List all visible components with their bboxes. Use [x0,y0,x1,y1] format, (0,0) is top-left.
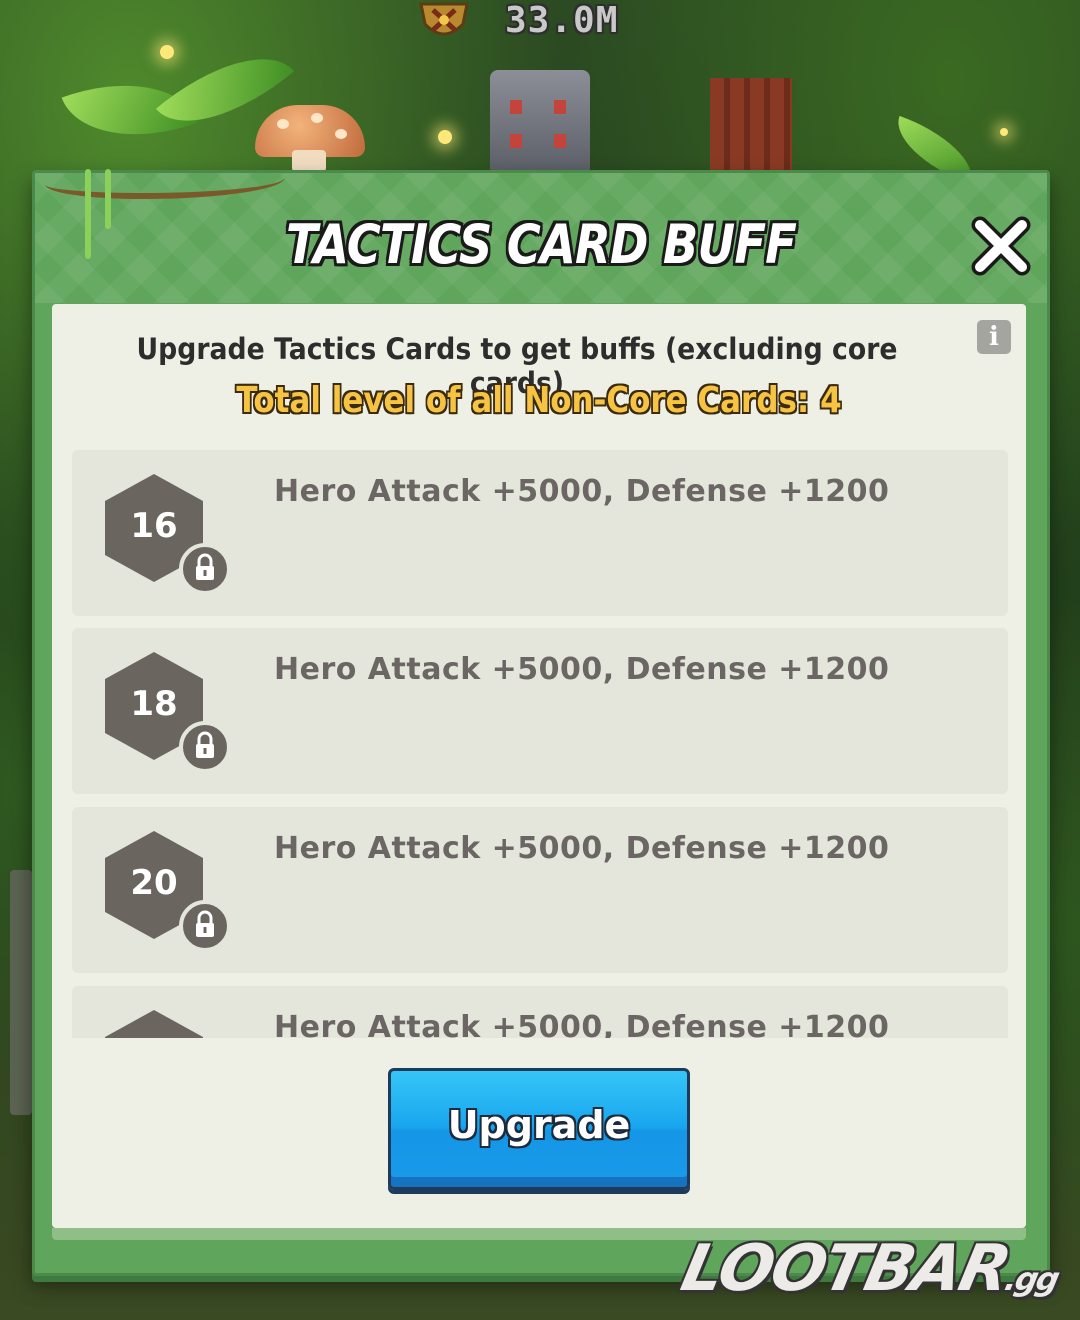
info-icon[interactable]: i [977,320,1011,354]
buff-row: Hero Attack +5000, Defense +1200 [72,986,1008,1038]
buff-list[interactable]: 16 Hero Attack +5000, Defense +1200 18 H… [72,450,1008,1038]
lock-icon [179,900,231,952]
buff-description: Hero Attack +5000, Defense +1200 [274,831,890,866]
watermark-suffix: .gg [1001,1260,1062,1298]
lock-icon [179,543,231,595]
upgrade-button[interactable]: Upgrade [388,1068,690,1190]
wooden-tower [710,78,792,170]
buff-description: Hero Attack +5000, Defense +1200 [274,474,890,509]
dialog-title: TACTICS CARD BUFF [285,213,797,276]
mushroom-stem [292,150,326,172]
stone-tower [490,70,590,170]
vine-decoration [85,169,91,259]
level-badge [105,1010,203,1038]
buff-row: 16 Hero Attack +5000, Defense +1200 [72,450,1008,616]
buff-panel: Upgrade Tactics Cards to get buffs (excl… [52,304,1026,1228]
buff-row: 18 Hero Attack +5000, Defense +1200 [72,628,1008,794]
vine-decoration [45,163,285,199]
total-level-text: Total level of all Non-Core Cards: 4 [236,380,842,421]
buff-description: Hero Attack +5000, Defense +1200 [274,1010,890,1038]
upgrade-button-label: Upgrade [447,1103,631,1147]
firefly [1000,128,1008,136]
watermark-brand: LOOTBAR [675,1232,1016,1306]
side-handle [10,870,32,1115]
buff-description: Hero Attack +5000, Defense +1200 [274,652,890,687]
firefly [160,45,174,59]
close-icon[interactable] [970,215,1032,277]
buff-level: 16 [130,506,178,546]
firefly [438,130,452,144]
power-value: 33.0M [505,0,619,41]
buff-row: 20 Hero Attack +5000, Defense +1200 [72,807,1008,973]
lootbar-watermark: LOOTBAR.gg [676,1232,1068,1306]
buff-level: 20 [130,863,178,903]
buff-level: 18 [130,684,178,724]
power-emblem-icon [419,2,469,36]
top-hud: 33.0M [0,0,1080,185]
lock-icon [179,721,231,773]
tactics-card-buff-dialog: TACTICS CARD BUFF Upgrade Tactics Cards … [32,169,1050,1276]
